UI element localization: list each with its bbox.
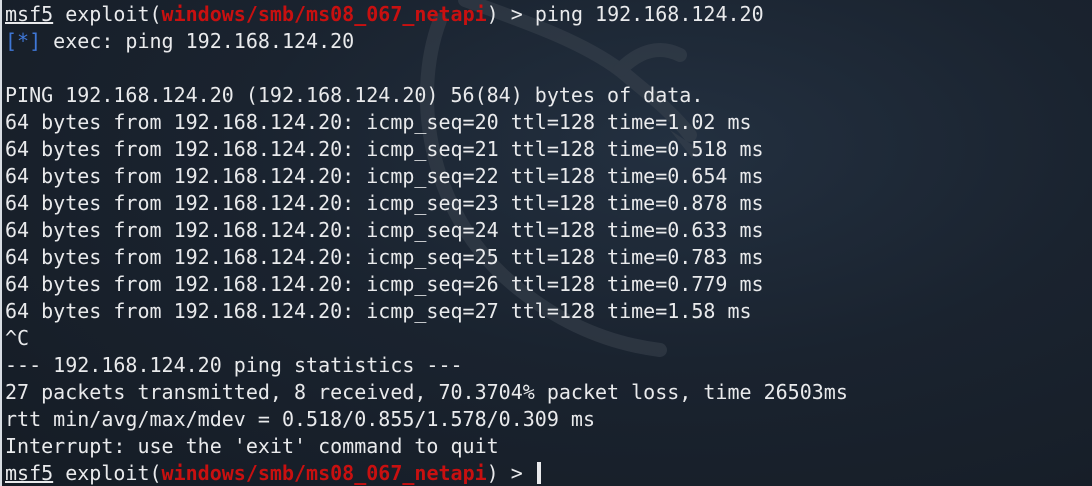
- prompt-module: windows/smb/ms08_067_netapi: [161, 2, 487, 26]
- prompt-name: msf5: [5, 461, 54, 485]
- stats-rtt-line: rtt min/avg/max/mdev = 0.518/0.855/1.578…: [5, 407, 596, 431]
- ping-reply-line: 64 bytes from 192.168.124.20: icmp_seq=2…: [5, 137, 764, 161]
- interrupt-line: ^C: [5, 326, 30, 350]
- stats-packets-line: 27 packets transmitted, 8 received, 70.3…: [5, 380, 848, 404]
- ping-reply-line: 64 bytes from 192.168.124.20: icmp_seq=2…: [5, 164, 764, 188]
- prompt-module: windows/smb/ms08_067_netapi: [161, 461, 487, 485]
- ping-reply-line: 64 bytes from 192.168.124.20: icmp_seq=2…: [5, 110, 752, 134]
- terminal-window[interactable]: msf5 exploit(windows/smb/ms08_067_netapi…: [0, 0, 1092, 486]
- interrupt-notice-line: Interrupt: use the 'exit' command to qui…: [5, 434, 499, 458]
- exec-text: exec: ping 192.168.124.20: [41, 29, 355, 53]
- prompt-context-prefix: exploit(: [53, 2, 162, 26]
- command-text: ping 192.168.124.20: [534, 2, 764, 26]
- prompt-context-prefix: exploit(: [53, 461, 162, 485]
- window-left-border: [0, 0, 2, 486]
- ping-reply-line: 64 bytes from 192.168.124.20: icmp_seq=2…: [5, 245, 764, 269]
- prompt-name: msf5: [5, 2, 54, 26]
- stats-header-line: --- 192.168.124.20 ping statistics ---: [5, 353, 463, 377]
- info-marker: [*]: [5, 29, 42, 53]
- exec-line: [*] exec: ping 192.168.124.20: [5, 28, 1092, 55]
- ping-reply-line: 64 bytes from 192.168.124.20: icmp_seq=2…: [5, 272, 764, 296]
- ping-reply-line: 64 bytes from 192.168.124.20: icmp_seq=2…: [5, 191, 764, 215]
- ping-reply-line: 64 bytes from 192.168.124.20: icmp_seq=2…: [5, 218, 764, 242]
- prompt-line-active[interactable]: msf5 exploit(windows/smb/ms08_067_netapi…: [5, 460, 1092, 486]
- prompt-line-command: msf5 exploit(windows/smb/ms08_067_netapi…: [5, 1, 1092, 28]
- prompt-context-suffix: ) >: [486, 461, 535, 485]
- terminal-output: msf5 exploit(windows/smb/ms08_067_netapi…: [5, 1, 1092, 486]
- ping-header-line: PING 192.168.124.20 (192.168.124.20) 56(…: [5, 83, 704, 107]
- ping-reply-line: 64 bytes from 192.168.124.20: icmp_seq=2…: [5, 299, 752, 323]
- prompt-context-suffix: ) >: [486, 2, 535, 26]
- text-cursor: [536, 462, 541, 484]
